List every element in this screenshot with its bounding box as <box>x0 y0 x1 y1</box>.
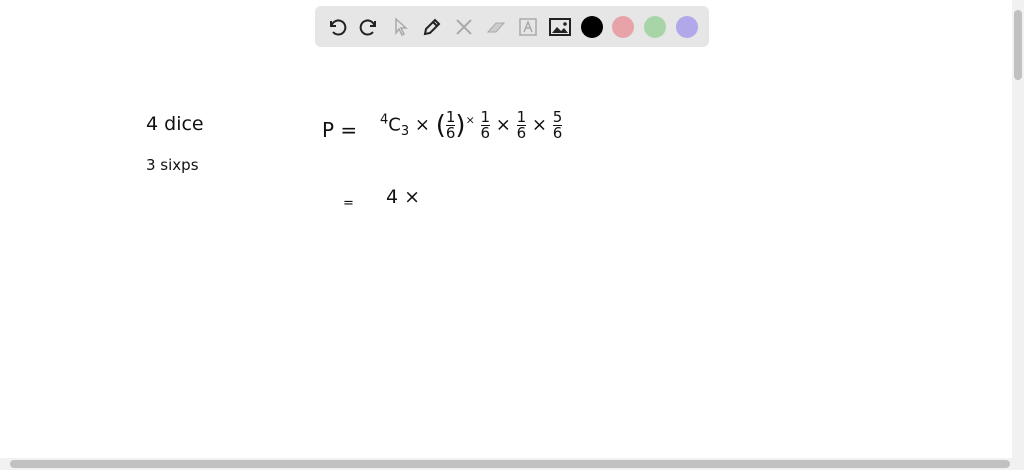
undo-icon[interactable] <box>324 14 350 40</box>
equals-sign: = <box>343 196 354 211</box>
fraction-1-6: 16 <box>445 108 456 142</box>
fraction-1-6: 16 <box>516 108 527 142</box>
color-black[interactable] <box>579 14 605 40</box>
result-partial: 4 × <box>386 186 421 208</box>
comb-k: 3 <box>400 124 410 140</box>
tools-icon[interactable] <box>451 14 477 40</box>
redo-icon[interactable] <box>356 14 382 40</box>
horizontal-scrollbar[interactable] <box>0 458 1024 470</box>
text-icon[interactable] <box>515 14 541 40</box>
vertical-scrollbar[interactable] <box>1012 0 1024 458</box>
color-purple[interactable] <box>674 14 700 40</box>
drawing-toolbar <box>315 6 709 47</box>
color-pink[interactable] <box>610 14 636 40</box>
pen-icon[interactable] <box>419 14 445 40</box>
fraction-1-6: 16 <box>480 108 491 142</box>
note-sixes: 3 sixps <box>146 156 199 174</box>
probability-expression: 4C3 × (1 6)× 16 × 16 × 56 <box>380 108 563 142</box>
scrollbar-thumb[interactable] <box>10 460 1010 468</box>
probability-label: P = <box>322 118 358 142</box>
color-green[interactable] <box>642 14 668 40</box>
note-dice: 4 dice <box>146 113 204 135</box>
fraction-5-6: 56 <box>552 108 563 142</box>
image-icon[interactable] <box>547 14 573 40</box>
times: × <box>414 114 430 136</box>
eraser-icon[interactable] <box>483 14 509 40</box>
comb-c: C <box>388 114 401 136</box>
scrollbar-thumb[interactable] <box>1014 10 1022 80</box>
select-icon[interactable] <box>388 14 414 40</box>
